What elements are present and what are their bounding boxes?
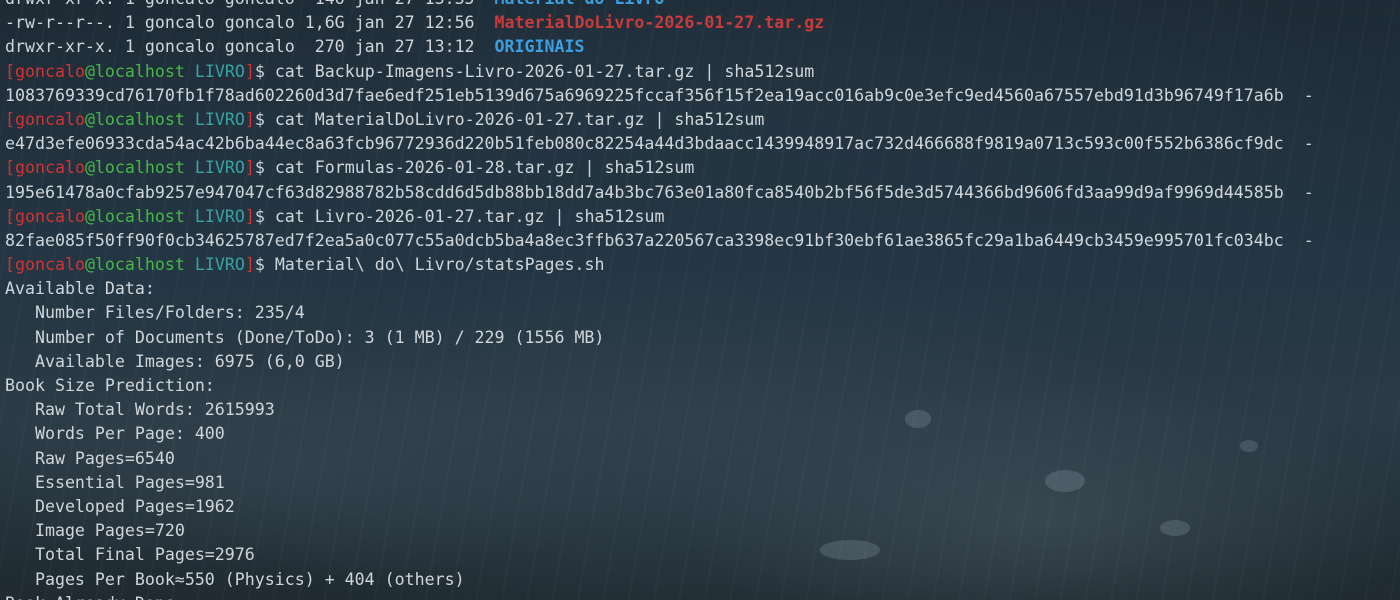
command-line: [goncalo@localhost LIVRO]$ cat MaterialD… xyxy=(5,108,1395,132)
directory-name: ORIGINAIS xyxy=(494,37,585,57)
command-text: cat Livro-2026-01-27.tar.gz | sha512sum xyxy=(274,206,665,226)
command-line: [goncalo@localhost LIVRO]$ Material\ do\… xyxy=(5,253,1395,277)
stats-output-line: Available Data: xyxy=(5,279,155,299)
stats-output-line: Essential Pages=981 xyxy=(5,472,225,492)
stats-output-line: Words Per Page: 400 xyxy=(5,424,225,444)
prompt-open-bracket: [ xyxy=(5,206,15,226)
prompt-dollar: $ xyxy=(254,158,265,178)
prompt-host: localhost xyxy=(94,255,185,275)
ls-row-directory: drwxr-xr-x. 1 goncalo goncalo 146 jan 27… xyxy=(5,0,1395,11)
ls-row-directory: drwxr-xr-x. 1 goncalo goncalo 270 jan 27… xyxy=(5,35,1395,59)
prompt-dir: LIVRO xyxy=(194,206,245,226)
prompt-close-bracket: ] xyxy=(244,109,255,129)
prompt-close-bracket: ] xyxy=(244,158,255,178)
file-metadata: -rw-r--r--. 1 goncalo goncalo 1,6G jan 2… xyxy=(5,13,495,33)
prompt-close-bracket: ] xyxy=(244,61,255,81)
prompt-host: localhost xyxy=(94,109,185,129)
prompt-dir: LIVRO xyxy=(194,109,245,129)
prompt-open-bracket: [ xyxy=(5,109,15,129)
prompt-dollar: $ xyxy=(254,206,265,226)
prompt-at: @ xyxy=(84,255,95,275)
prompt-close-bracket: ] xyxy=(244,206,255,226)
prompt-host: localhost xyxy=(94,158,185,178)
command-text: cat Formulas-2026-01-28.tar.gz | sha512s… xyxy=(274,158,695,178)
command-text: cat Backup-Imagens-Livro-2026-01-27.tar.… xyxy=(274,61,815,81)
prompt-at: @ xyxy=(84,206,95,226)
terminal-output[interactable]: drwxr-xr-x. 1 goncalo goncalo 146 jan 27… xyxy=(5,0,1395,600)
prompt-dollar: $ xyxy=(254,109,265,129)
prompt-dollar: $ xyxy=(254,255,265,275)
stats-output-line: Number of Documents (Done/ToDo): 3 (1 MB… xyxy=(5,327,605,347)
stats-output-line: Number Files/Folders: 235/4 xyxy=(5,303,305,323)
hash-output: 82fae085f50ff90f0cb34625787ed7f2ea5a0c07… xyxy=(5,230,1314,250)
prompt-host: localhost xyxy=(94,206,185,226)
file-metadata: drwxr-xr-x. 1 goncalo goncalo 146 jan 27… xyxy=(5,0,495,8)
hash-output: e47d3efe06933cda54ac42b6ba44ec8a63fcb967… xyxy=(5,134,1314,154)
stats-output-line: Pages Per Book≈550 (Physics) + 404 (othe… xyxy=(5,569,465,589)
command-text: Material\ do\ Livro/statsPages.sh xyxy=(274,255,605,275)
stats-output-line: Book Size Prediction: xyxy=(5,376,215,395)
prompt-user: goncalo xyxy=(15,158,85,178)
ls-row-archive: -rw-r--r--. 1 goncalo goncalo 1,6G jan 2… xyxy=(5,11,1395,35)
command-line: [goncalo@localhost LIVRO]$ cat Formulas-… xyxy=(5,156,1395,180)
prompt-user: goncalo xyxy=(15,109,85,129)
prompt-dollar: $ xyxy=(254,61,265,81)
prompt-dir: LIVRO xyxy=(194,158,245,178)
stats-output-line: Available Images: 6975 (6,0 GB) xyxy=(5,351,345,371)
stats-output-line: Image Pages=720 xyxy=(5,521,185,541)
hash-output: 1083769339cd76170fb1f78ad602260d3d7fae6e… xyxy=(5,85,1314,105)
hash-output: 195e61478a0cfab9257e947047cf63d82988782b… xyxy=(5,182,1314,202)
directory-name: Material do Livro xyxy=(495,0,665,8)
prompt-host: localhost xyxy=(94,61,185,81)
prompt-at: @ xyxy=(84,109,95,129)
prompt-user: goncalo xyxy=(15,61,85,81)
prompt-dir: LIVRO xyxy=(194,255,245,275)
command-line: [goncalo@localhost LIVRO]$ cat Livro-202… xyxy=(5,205,1395,229)
stats-output-line: Developed Pages=1962 xyxy=(5,496,235,516)
file-metadata: drwxr-xr-x. 1 goncalo goncalo 270 jan 27… xyxy=(5,37,495,57)
prompt-at: @ xyxy=(84,158,95,178)
command-text: cat MaterialDoLivro-2026-01-27.tar.gz | … xyxy=(274,109,765,129)
prompt-at: @ xyxy=(84,61,95,81)
archive-name: MaterialDoLivro-2026-01-27.tar.gz xyxy=(494,13,825,33)
prompt-close-bracket: ] xyxy=(244,255,255,275)
stats-output-line: Book Already Done: xyxy=(5,592,1395,600)
command-line: [goncalo@localhost LIVRO]$ cat Backup-Im… xyxy=(5,60,1395,84)
stats-output-line: Raw Total Words: 2615993 xyxy=(5,400,275,420)
stats-output-line: Raw Pages=6540 xyxy=(5,448,175,468)
prompt-user: goncalo xyxy=(15,206,85,226)
prompt-open-bracket: [ xyxy=(5,255,15,275)
prompt-open-bracket: [ xyxy=(5,158,15,178)
stats-output-line: Total Final Pages=2976 xyxy=(5,545,255,565)
prompt-open-bracket: [ xyxy=(5,61,15,81)
prompt-dir: LIVRO xyxy=(194,61,245,81)
prompt-user: goncalo xyxy=(15,255,85,275)
